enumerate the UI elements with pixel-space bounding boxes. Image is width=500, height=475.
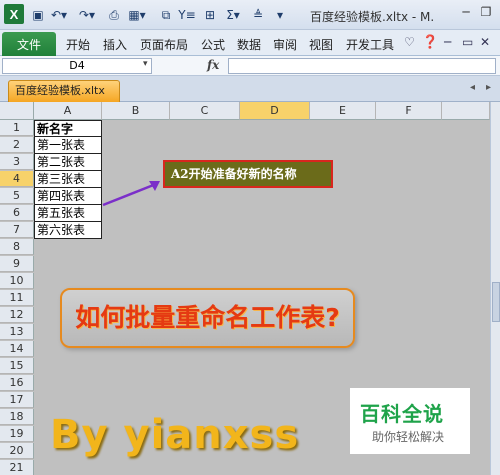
annotation-callout: A2开始准备好新的名称 [163,160,333,188]
title-banner: 如何批量重命名工作表? [60,288,355,348]
scroll-thumb[interactable] [492,282,500,322]
vertical-scrollbar[interactable] [490,102,500,475]
title-banner-text: 如何批量重命名工作表? [75,303,340,332]
logo-title: 百科全说 [360,402,444,426]
logo-subtitle: 助你轻松解决 [372,430,445,444]
baike-logo: 百科全说 助你轻松解决 [350,388,470,454]
author-byline: By yianxss [50,412,300,458]
